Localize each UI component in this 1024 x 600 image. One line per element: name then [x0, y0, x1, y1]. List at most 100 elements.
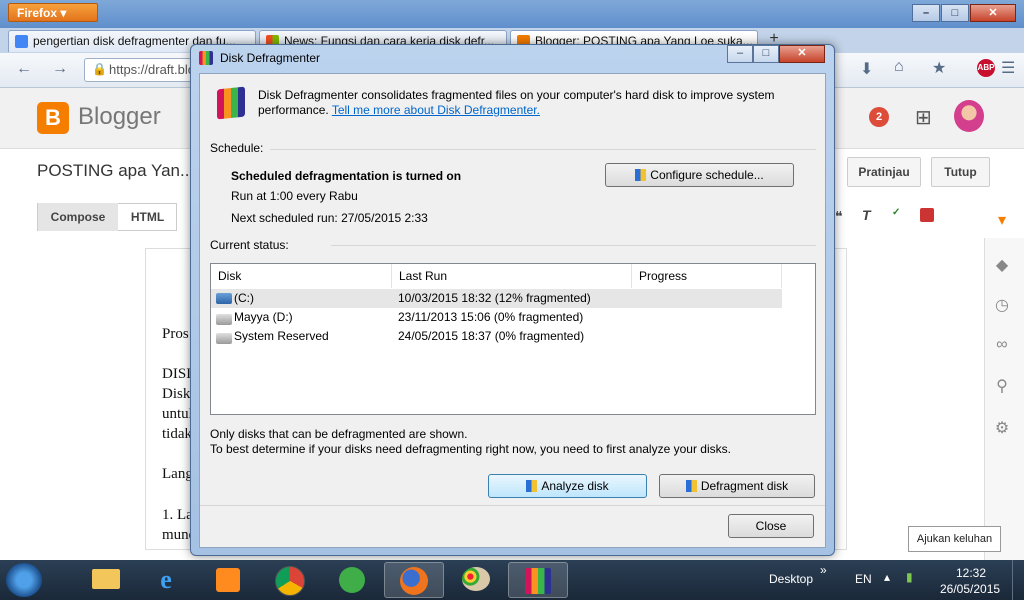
- start-button[interactable]: [6, 563, 42, 597]
- taskbar-disk-defragmenter[interactable]: [508, 562, 568, 598]
- label-tag-icon[interactable]: ◆: [990, 255, 1014, 275]
- dialog-title: Disk Defragmenter: [220, 51, 321, 65]
- disk-last-run: 23/11/2013 15:06 (0% fragmented): [398, 310, 584, 324]
- post-title[interactable]: POSTING apa Yan...: [37, 161, 194, 181]
- defrag-app-icon: [199, 51, 213, 65]
- disk-name: (C:): [234, 291, 254, 305]
- taskbar-chrome[interactable]: [260, 562, 320, 598]
- browser-maximize-button[interactable]: □: [941, 4, 969, 22]
- editor-line: 1. La: [162, 507, 193, 523]
- url-bar[interactable]: 🔒 https://draft.blo: [84, 58, 194, 82]
- defragment-disk-button[interactable]: Defragment disk: [659, 474, 815, 498]
- media-player-icon: [216, 568, 240, 592]
- editor-line: tidak: [162, 426, 192, 442]
- menu-icon[interactable]: ☰: [1001, 58, 1015, 78]
- show-hidden-icons[interactable]: ▴: [884, 570, 890, 584]
- intro-text-line2: performance. Tell me more about Disk Def…: [258, 103, 540, 117]
- clock-date[interactable]: 26/05/2015: [940, 582, 1000, 596]
- close-dialog-button[interactable]: Close: [728, 514, 814, 538]
- share-add-icon[interactable]: ⊞: [915, 105, 932, 130]
- link-icon[interactable]: ∞: [990, 336, 1014, 354]
- spellcheck-icon[interactable]: ✓: [892, 207, 900, 218]
- current-status-header: Current status:: [210, 238, 289, 252]
- status-separator: [331, 245, 816, 246]
- location-icon[interactable]: ⚲: [990, 376, 1014, 396]
- note-analyze-first: To best determine if your disks need def…: [210, 442, 731, 456]
- chrome-icon: [275, 566, 305, 596]
- editor-line: DISI: [162, 366, 192, 382]
- avatar[interactable]: [954, 100, 984, 132]
- tab-html[interactable]: HTML: [119, 203, 176, 231]
- editor-line: Disk: [162, 386, 191, 402]
- disk-name: System Reserved: [234, 329, 329, 343]
- feedback-tooltip[interactable]: Ajukan keluhan: [908, 526, 1001, 552]
- taskbar-sync[interactable]: [322, 562, 382, 598]
- configure-schedule-button[interactable]: Configure schedule...: [605, 163, 794, 187]
- browser-close-button[interactable]: ✕: [970, 4, 1016, 22]
- defrag-icon: [525, 568, 551, 594]
- download-icon[interactable]: ⬇: [860, 59, 873, 79]
- schedule-header: Schedule:: [210, 141, 264, 155]
- editor-line: Pros: [162, 326, 189, 342]
- forward-icon[interactable]: →: [52, 60, 68, 78]
- column-header-progress[interactable]: Progress: [632, 264, 782, 288]
- browser-minimize-button[interactable]: –: [912, 4, 940, 22]
- notification-badge[interactable]: 2: [869, 107, 889, 127]
- note-defraggable-disks: Only disks that can be defragmented are …: [210, 427, 468, 441]
- footer-separator: [200, 505, 825, 506]
- options-gear-icon[interactable]: ⚙: [990, 418, 1014, 438]
- hard-drive-icon: [216, 333, 232, 344]
- tab-compose[interactable]: Compose: [38, 203, 118, 231]
- network-icon[interactable]: ▮: [906, 570, 913, 584]
- firefox-menu-button[interactable]: Firefox ▾: [8, 3, 98, 22]
- dialog-close-button[interactable]: ✕: [779, 45, 825, 63]
- schedule-run-time: Run at 1:00 every Rabu: [231, 189, 358, 203]
- desktop-toolbar-label[interactable]: Desktop: [769, 572, 813, 586]
- column-header-last-run[interactable]: Last Run: [392, 264, 632, 288]
- disk-last-run: 10/03/2015 18:32 (12% fragmented): [398, 291, 591, 305]
- dialog-minimize-button[interactable]: –: [727, 45, 753, 63]
- blogger-logo[interactable]: B: [37, 102, 69, 134]
- intro-text: Disk Defragmenter consolidates fragmente…: [258, 88, 775, 102]
- taskbar-ie[interactable]: e: [136, 562, 196, 598]
- taskbar-paint[interactable]: [446, 562, 506, 598]
- back-icon[interactable]: ←: [16, 60, 32, 78]
- google-favicon-icon: [15, 35, 28, 48]
- adblock-icon[interactable]: ABP: [977, 59, 995, 77]
- editor-line: Lang: [162, 466, 193, 482]
- taskbar-media-player[interactable]: [198, 562, 258, 598]
- firefox-icon: [400, 567, 428, 595]
- analyze-disk-button[interactable]: Analyze disk: [488, 474, 647, 498]
- image-icon[interactable]: [920, 208, 934, 222]
- learn-more-link[interactable]: Tell me more about Disk Defragmenter.: [332, 103, 540, 117]
- disk-name: Mayya (D:): [234, 310, 293, 324]
- dialog-maximize-button[interactable]: □: [753, 45, 779, 63]
- taskbar-explorer[interactable]: [76, 562, 136, 598]
- clear-format-icon[interactable]: T: [862, 207, 871, 223]
- disk-last-run: 24/05/2015 18:37 (0% fragmented): [398, 329, 585, 343]
- system-drive-icon: [216, 293, 232, 304]
- taskbar-firefox[interactable]: [384, 562, 444, 598]
- paint-icon: [462, 567, 490, 591]
- uac-shield-icon: [526, 480, 538, 492]
- uac-shield-icon: [635, 169, 647, 181]
- clock-time[interactable]: 12:32: [956, 566, 986, 580]
- folder-icon: [92, 569, 120, 589]
- hard-drive-icon: [216, 314, 232, 325]
- column-header-disk[interactable]: Disk: [211, 264, 392, 288]
- sidebar-collapse-icon[interactable]: ▾: [990, 210, 1014, 230]
- language-indicator[interactable]: EN: [855, 572, 872, 586]
- defrag-large-icon: [217, 86, 245, 120]
- close-post-button[interactable]: Tutup: [931, 157, 990, 187]
- show-desktop-button[interactable]: [1012, 560, 1024, 600]
- desktop-toolbar-chevron[interactable]: »: [820, 563, 827, 577]
- schedule-clock-icon[interactable]: ◷: [990, 295, 1014, 315]
- blogger-name: Blogger: [78, 103, 161, 130]
- preview-button[interactable]: Pratinjau: [847, 157, 921, 187]
- browser-title-bar: [0, 0, 1024, 28]
- bookmark-icon[interactable]: ★: [932, 58, 946, 78]
- quote-icon[interactable]: ❝: [835, 208, 843, 225]
- home-icon[interactable]: ⌂: [894, 58, 904, 76]
- schedule-status: Scheduled defragmentation is turned on: [231, 169, 462, 183]
- uac-shield-icon: [685, 480, 697, 492]
